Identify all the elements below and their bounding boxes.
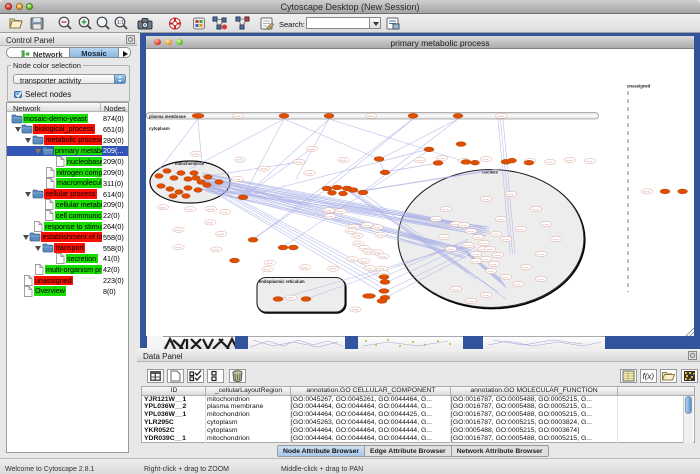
svg-text:GO:00: GO:00 — [416, 160, 423, 162]
svg-text:GO:00: GO:00 — [349, 259, 356, 261]
svg-text:1:1: 1:1 — [117, 20, 124, 26]
svg-text:GO:00: GO:00 — [517, 229, 524, 231]
svg-text:GO:00: GO:00 — [352, 309, 359, 311]
svg-text:GO:00: GO:00 — [234, 115, 241, 117]
svg-text:GO:00: GO:00 — [542, 224, 549, 226]
svg-text:GO:00: GO:00 — [325, 210, 332, 212]
svg-text:GO:00: GO:00 — [566, 160, 573, 162]
svg-text:GO:00: GO:00 — [497, 219, 504, 221]
svg-text:GO:00: GO:00 — [467, 301, 474, 303]
svg-text:GO:00: GO:00 — [487, 271, 494, 273]
svg-text:GO:00: GO:00 — [234, 179, 241, 181]
svg-text:GO:00: GO:00 — [159, 207, 166, 209]
svg-text:GO:00: GO:00 — [355, 243, 362, 245]
svg-text:GO:00: GO:00 — [212, 249, 219, 251]
svg-text:GO:00: GO:00 — [287, 297, 294, 299]
svg-text:GO:00: GO:00 — [308, 148, 315, 150]
svg-text:GO:00: GO:00 — [301, 267, 308, 269]
svg-text:GO:00: GO:00 — [474, 237, 481, 239]
svg-text:GO:00: GO:00 — [337, 211, 344, 213]
svg-text:GO:00: GO:00 — [236, 159, 243, 161]
svg-text:GO:00: GO:00 — [482, 159, 489, 161]
svg-text:GO:00: GO:00 — [482, 259, 489, 261]
svg-text:GO:00: GO:00 — [514, 284, 521, 286]
svg-text:GO:00: GO:00 — [192, 153, 199, 155]
svg-text:GO:00: GO:00 — [207, 208, 214, 210]
svg-text:GO:00: GO:00 — [586, 161, 593, 163]
svg-text:GO:00: GO:00 — [432, 219, 439, 221]
svg-text:GO:00: GO:00 — [347, 230, 354, 232]
svg-text:GO:00: GO:00 — [643, 191, 650, 193]
svg-text:endoplasmic reticulum: endoplasmic reticulum — [259, 279, 305, 284]
svg-text:GO:00: GO:00 — [306, 173, 313, 175]
svg-text:GO:00: GO:00 — [482, 199, 489, 201]
svg-text:GO:00: GO:00 — [522, 267, 529, 269]
svg-text:GO:00: GO:00 — [264, 269, 271, 271]
svg-text:GO:00: GO:00 — [438, 158, 445, 160]
svg-text:unassigned: unassigned — [627, 83, 651, 88]
svg-text:GO:00: GO:00 — [175, 247, 182, 249]
svg-text:GO:00: GO:00 — [467, 231, 474, 233]
svg-text:GO:00: GO:00 — [480, 243, 487, 245]
svg-text:GO:00: GO:00 — [326, 216, 333, 218]
svg-text:GO:00: GO:00 — [440, 237, 447, 239]
svg-text:GO:00: GO:00 — [507, 194, 514, 196]
svg-text:GO:00: GO:00 — [537, 254, 544, 256]
svg-text:GO:00: GO:00 — [460, 225, 467, 227]
svg-text:GO:00: GO:00 — [452, 289, 459, 291]
svg-text:GO:00: GO:00 — [502, 239, 509, 241]
svg-text:GO:00: GO:00 — [260, 168, 267, 170]
svg-text:GO:00: GO:00 — [447, 249, 454, 251]
svg-text:GO:00: GO:00 — [366, 268, 373, 270]
svg-text:GO:00: GO:00 — [329, 268, 336, 270]
svg-text:GO:00: GO:00 — [186, 209, 193, 211]
svg-text:GO:00: GO:00 — [266, 262, 273, 264]
svg-text:GO:00: GO:00 — [490, 264, 497, 266]
svg-text:GO:00: GO:00 — [175, 229, 182, 231]
svg-text:GO:00: GO:00 — [497, 115, 504, 117]
svg-text:GO:00: GO:00 — [532, 209, 539, 211]
svg-text:GO:00: GO:00 — [365, 251, 372, 253]
svg-text:GO:00: GO:00 — [472, 261, 479, 263]
svg-text:GO:00: GO:00 — [340, 159, 347, 161]
svg-text:GO:00: GO:00 — [482, 295, 489, 297]
svg-text:GO:00: GO:00 — [464, 245, 471, 247]
svg-text:GO:00: GO:00 — [502, 277, 509, 279]
svg-text:GO:00: GO:00 — [360, 261, 367, 263]
svg-text:GO:00: GO:00 — [374, 227, 381, 229]
svg-text:GO:00: GO:00 — [380, 256, 387, 258]
svg-text:GO:00: GO:00 — [494, 255, 501, 257]
svg-text:cytoplasm: cytoplasm — [149, 126, 170, 131]
svg-text:GO:00: GO:00 — [377, 234, 384, 236]
svg-text:GO:00: GO:00 — [221, 212, 228, 214]
svg-text:GO:00: GO:00 — [472, 254, 479, 256]
svg-text:GO:00: GO:00 — [486, 249, 493, 251]
svg-text:GO:00: GO:00 — [206, 222, 213, 224]
svg-text:GO:00: GO:00 — [537, 279, 544, 281]
svg-text:GO:00: GO:00 — [295, 161, 302, 163]
svg-text:GO:00: GO:00 — [442, 209, 449, 211]
svg-text:GO:00: GO:00 — [367, 115, 374, 117]
svg-text:GO:00: GO:00 — [354, 235, 361, 237]
svg-text:GO:00: GO:00 — [552, 239, 559, 241]
svg-text:GO:00: GO:00 — [492, 234, 499, 236]
svg-text:f(x): f(x) — [643, 372, 655, 381]
svg-text:GO:00: GO:00 — [546, 162, 553, 164]
svg-text:plasma membrane: plasma membrane — [149, 113, 186, 118]
svg-text:GO:00: GO:00 — [217, 233, 224, 235]
svg-text:GO:00: GO:00 — [363, 225, 370, 227]
